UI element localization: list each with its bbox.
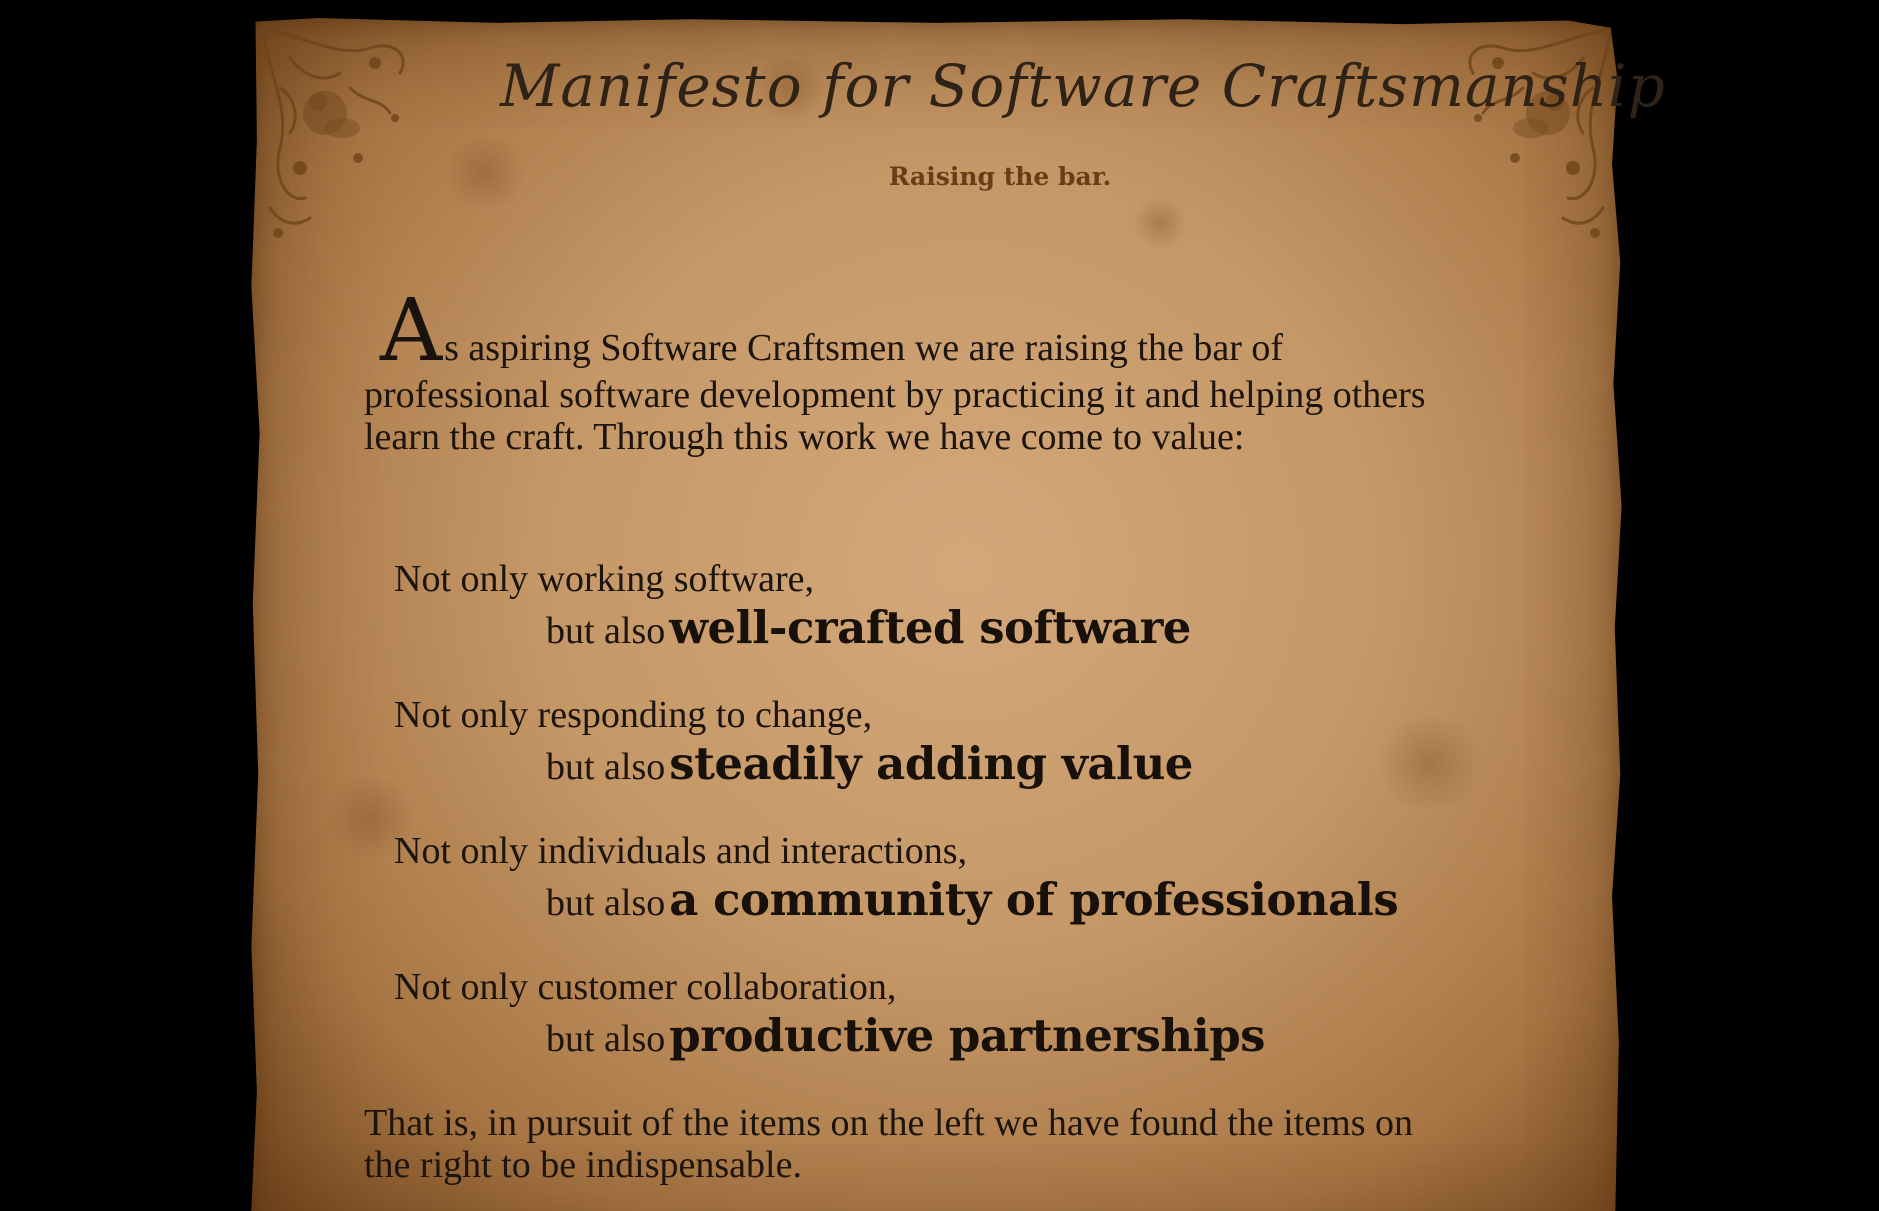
value-not-only: Not only working software, [394, 558, 815, 600]
but-also-prefix: but also [546, 1018, 666, 1060]
value-item: Not only responding to change, but also … [394, 694, 1544, 830]
value-not-only: Not only customer collaboration, [394, 966, 897, 1008]
page-subtitle: Raising the bar. [888, 162, 1112, 191]
value-but-also: but also steadily adding value [394, 736, 1544, 803]
but-also-prefix: but also [546, 746, 666, 788]
values-list: Not only working software, but also well… [394, 558, 1544, 1102]
value-emphasis: productive partnerships [669, 1009, 1265, 1062]
intro-paragraph: As aspiring Software Craftsmen we are ra… [364, 288, 1464, 458]
value-emphasis: well-crafted software [669, 601, 1191, 654]
value-item: Not only customer collaboration, but als… [394, 966, 1544, 1102]
intro-text: s aspiring Software Craftsmen we are rai… [364, 327, 1426, 458]
but-also-prefix: but also [546, 882, 666, 924]
value-emphasis: a community of professionals [669, 873, 1399, 926]
value-not-only: Not only responding to change, [394, 694, 873, 736]
page-title: Manifesto for Software Craftsmanship [500, 52, 1666, 120]
but-also-prefix: but also [546, 610, 666, 652]
value-item: Not only working software, but also well… [394, 558, 1544, 694]
page: Manifesto for Software Craftsmanship Rai… [0, 0, 1879, 1211]
value-not-only: Not only individuals and interactions, [394, 830, 968, 872]
value-emphasis: steadily adding value [669, 737, 1193, 790]
value-item: Not only individuals and interactions, b… [394, 830, 1544, 966]
value-but-also: but also productive partnerships [394, 1008, 1544, 1075]
manifesto-content: Manifesto for Software Craftsmanship Rai… [250, 0, 1666, 1211]
value-but-also: but also well-crafted software [394, 600, 1544, 667]
closing-paragraph: That is, in pursuit of the items on the … [364, 1102, 1414, 1186]
value-but-also: but also a community of professionals [394, 872, 1544, 939]
intro-dropcap: A [380, 281, 443, 381]
